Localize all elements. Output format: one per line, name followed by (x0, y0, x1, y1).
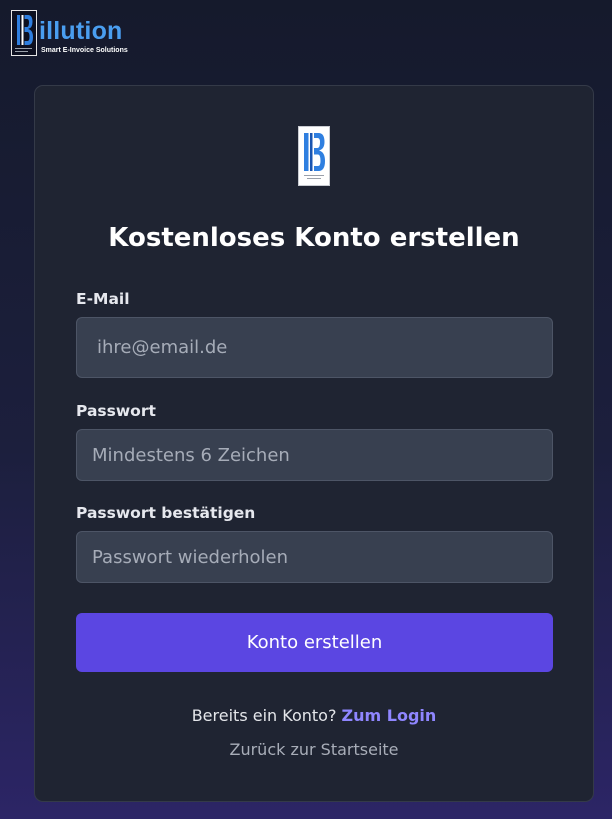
signup-card: Kostenloses Konto erstellen E-Mail Passw… (34, 85, 594, 802)
create-account-button[interactable]: Konto erstellen (76, 613, 553, 672)
login-prompt-text: Bereits ein Konto? (191, 706, 337, 725)
email-label: E-Mail (76, 290, 130, 308)
confirm-password-field[interactable] (76, 531, 553, 583)
billution-b-logo-icon (11, 10, 37, 56)
password-label: Passwort (76, 402, 156, 420)
brand-tagline: Smart E-Invoice Solutions (41, 47, 128, 54)
email-field[interactable] (76, 317, 553, 378)
confirm-password-label: Passwort bestätigen (76, 504, 256, 522)
back-to-home-link[interactable]: Zurück zur Startseite (35, 739, 593, 761)
brand-logo[interactable]: illution Smart E-Invoice Solutions (11, 10, 128, 58)
brand-name: illution (39, 17, 123, 45)
login-prompt-line: Bereits ein Konto? Zum Login (35, 705, 593, 727)
password-field[interactable] (76, 429, 553, 481)
login-link[interactable]: Zum Login (342, 706, 437, 725)
billution-b-logo-icon (298, 126, 330, 186)
page-title: Kostenloses Konto erstellen (108, 223, 520, 253)
